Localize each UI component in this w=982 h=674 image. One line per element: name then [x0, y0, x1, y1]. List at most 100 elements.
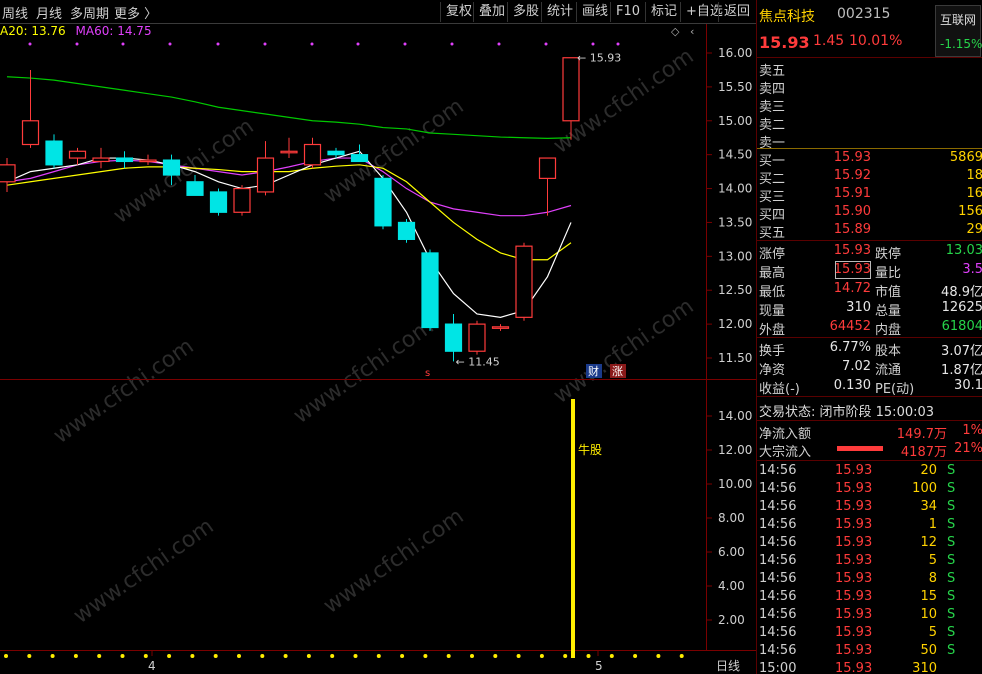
tick-time: 14:56 — [759, 535, 797, 550]
baseline-dot — [470, 654, 474, 658]
back-button[interactable]: 返回 — [718, 2, 755, 22]
fund-label: PE(动) — [875, 382, 915, 397]
price-change: 1.45 — [813, 33, 845, 49]
baseline-dot — [376, 654, 381, 658]
baseline-dot — [237, 654, 241, 658]
ind-y-tick-label: 8.00 — [718, 511, 745, 525]
divider — [757, 420, 982, 421]
top-dot — [616, 42, 620, 46]
buy-volume: 156 — [958, 204, 982, 219]
stat-label: 涨停 — [759, 247, 786, 262]
fund-row: 收益(-) 0.130 PE(动) 30.1 — [757, 378, 982, 397]
fund-label: 流通 — [875, 363, 902, 378]
y-tick-label: 13.50 — [718, 215, 752, 229]
top-dot — [75, 42, 79, 46]
baseline-dot — [167, 654, 172, 658]
tick-direction: S — [947, 481, 956, 496]
baseline-dot — [539, 654, 544, 658]
divider — [757, 460, 982, 461]
ind-y-tick-label: 14.00 — [718, 409, 752, 423]
candle-down — [397, 221, 416, 240]
tick-price: 15.93 — [835, 661, 873, 674]
candle-up — [491, 326, 510, 329]
tick-volume: 15 — [920, 589, 937, 604]
sector-name: 互联网 — [940, 13, 977, 27]
flow-row: 净流入额 149.7万 1% — [757, 423, 982, 442]
stat-value: 64452 — [829, 319, 871, 334]
baseline-dot — [563, 654, 568, 658]
flow-value: 149.7万 — [896, 427, 947, 442]
watermark-text: www.cfchi.com — [319, 504, 468, 619]
stat-row: 最低 14.72 市值 48.9亿 — [757, 281, 982, 300]
multi-period-tab[interactable]: 多周期 — [70, 3, 109, 22]
tick-volume: 50 — [920, 643, 937, 658]
multi-stock-button[interactable]: 多股 — [507, 2, 544, 22]
more-menu[interactable]: 更多 〉 — [114, 3, 157, 22]
low-marker: ← 11.45 — [456, 355, 500, 368]
stat-row: 涨停 15.93 跌停 13.03 — [757, 243, 982, 262]
baseline-dot — [190, 654, 195, 658]
baseline-dot — [633, 654, 638, 658]
baseline-dot — [260, 654, 265, 658]
price-row: 15.93 1.45 10.01% — [757, 33, 982, 53]
tick-direction: S — [947, 625, 956, 640]
buy-price: 15.92 — [833, 168, 871, 183]
f10-button[interactable]: F10 — [610, 2, 645, 22]
stat-value: 14.72 — [833, 281, 871, 296]
stat-label: 内盘 — [875, 323, 902, 338]
y-tick-label: 11.50 — [718, 351, 752, 365]
baseline-dot — [656, 654, 661, 658]
finance-tag-label: 财 — [588, 364, 599, 378]
tick-price: 15.93 — [835, 589, 873, 604]
draw-line-button[interactable]: 画线 — [576, 2, 613, 22]
watermark-text: www.cfchi.com — [69, 514, 218, 629]
tick-time: 14:56 — [759, 571, 797, 586]
stat-value: 61804 — [941, 319, 982, 334]
statistics-button[interactable]: 统计 — [541, 2, 578, 22]
baseline-dot — [586, 654, 591, 658]
stat-label: 外盘 — [759, 323, 786, 338]
fund-value: 6.77% — [829, 340, 871, 355]
tick-volume: 1 — [928, 517, 937, 532]
fund-value: 30.1 — [954, 378, 982, 393]
top-dot — [263, 42, 267, 46]
baseline-dot — [353, 654, 358, 658]
overlay-button[interactable]: 叠加 — [473, 2, 510, 22]
tick-time: 14:56 — [759, 517, 797, 532]
flow-extra: 21% — [954, 441, 982, 456]
tick-volume: 8 — [928, 571, 937, 586]
stat-value: 12625 — [941, 300, 982, 315]
quote-panel: 焦点科技 002315 互联网 -1.15% 15.93 1.45 10.01%… — [756, 0, 982, 674]
ma-short-line — [6, 150, 572, 318]
tick-time: 14:56 — [759, 481, 797, 496]
candle-up — [21, 120, 40, 146]
buy-row: 买一 15.93 5869 — [757, 150, 982, 169]
candle-down — [421, 252, 439, 329]
tick-time: 14:56 — [759, 607, 797, 622]
trade-status-text: 交易状态: 闭市阶段 15:00:03 — [759, 405, 935, 420]
mark-button[interactable]: 标记 — [645, 2, 682, 22]
period-label: 日线 — [716, 659, 740, 673]
candle-up — [139, 159, 157, 163]
candle-up — [233, 187, 251, 213]
top-dot — [28, 42, 32, 46]
price-change-pct: 10.01% — [849, 33, 903, 49]
kline-chart[interactable]: www.cfchi.com www.cfchi.com www.cfchi.com w… — [0, 24, 756, 674]
monthly-tab[interactable]: 月线 — [36, 3, 62, 22]
tick-row: 14:56 15.93 10 S — [757, 607, 982, 625]
candle-up — [468, 323, 486, 352]
ma-lines — [6, 76, 572, 318]
buy-row: 买四 15.90 156 — [757, 204, 982, 223]
adjust-button[interactable]: 复权 — [440, 2, 477, 22]
weekly-tab[interactable]: 周线 — [2, 3, 28, 22]
candle-down — [162, 159, 181, 176]
stat-value: 3.5 — [962, 262, 982, 277]
fund-label: 股本 — [875, 344, 902, 359]
tick-volume: 10 — [920, 607, 937, 622]
buy-row: 买三 15.91 16 — [757, 186, 982, 205]
tick-row: 14:56 15.93 100 S — [757, 481, 982, 499]
stat-label: 市值 — [875, 285, 902, 300]
stock-name: 焦点科技 — [759, 9, 815, 25]
tick-direction: S — [947, 589, 956, 604]
high-value-highlight — [835, 261, 871, 279]
